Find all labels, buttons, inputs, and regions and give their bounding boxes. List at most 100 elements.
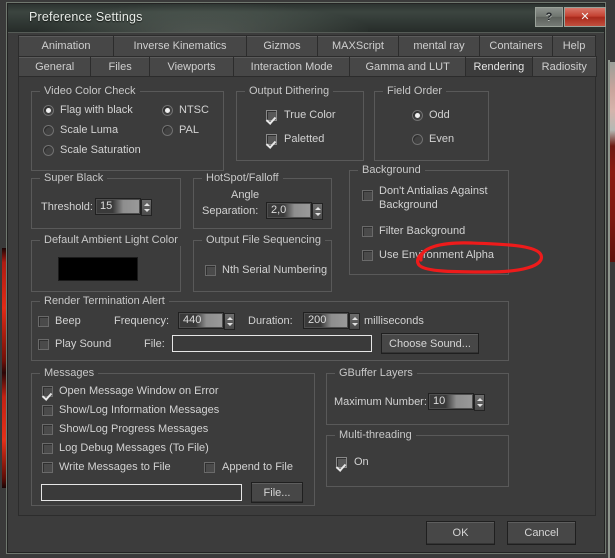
radio-scale-saturation[interactable]	[43, 145, 54, 156]
input-maximum-number[interactable]: 10	[428, 393, 485, 411]
label-write-messages-to-file: Write Messages to File	[59, 461, 171, 473]
checkbox-show-log-progress-messages[interactable]	[42, 424, 53, 435]
color-swatch-ambient-light[interactable]	[58, 257, 138, 281]
group-default-ambient-light-color: Default Ambient Light Color	[31, 234, 182, 292]
cancel-button[interactable]: Cancel	[507, 521, 576, 545]
close-icon[interactable]: ✕	[564, 7, 606, 27]
radio-odd[interactable]	[412, 110, 423, 121]
label-play-sound: Play Sound	[55, 338, 112, 350]
tab-strip: Animation Inverse Kinematics Gizmos MAXScri…	[18, 35, 597, 77]
tab-radiosity[interactable]: Radiosity	[531, 56, 597, 77]
label-append-to-file: Append to File	[222, 461, 293, 473]
tab-row-top: Animation Inverse Kinematics Gizmos MAXScri…	[18, 35, 596, 56]
value-frequency: 440	[183, 314, 202, 326]
tab-general[interactable]: General	[18, 56, 92, 77]
value-maximum-number: 10	[433, 395, 446, 407]
tab-inverse-kinematics[interactable]: Inverse Kinematics	[113, 35, 247, 56]
input-angle-separation[interactable]: 2,0	[266, 202, 323, 220]
tab-maxscript[interactable]: MAXScript	[317, 35, 399, 56]
label-angle: Angle	[231, 189, 260, 201]
checkbox-write-messages-to-file[interactable]	[42, 462, 53, 473]
group-super-black: Super Black Threshold: 15	[31, 172, 181, 229]
label-ntsc: NTSC	[179, 104, 209, 116]
label-show-log-progress-messages: Show/Log Progress Messages	[59, 423, 209, 435]
spinner-super-black-threshold[interactable]	[141, 199, 152, 216]
label-threshold: Threshold:	[41, 201, 93, 213]
spinner-angle-separation[interactable]	[312, 203, 323, 220]
group-title-hotspot-falloff: HotSpot/Falloff	[202, 172, 283, 184]
label-scale-luma: Scale Luma	[60, 124, 119, 136]
value-duration: 200	[308, 314, 327, 326]
checkbox-play-sound[interactable]	[38, 339, 49, 350]
label-milliseconds: milliseconds	[364, 315, 424, 327]
spinner-frequency[interactable]	[224, 313, 235, 330]
group-gbuffer-layers: GBuffer Layers Maximum Number: 10	[326, 367, 509, 425]
group-video-color-check: Video Color Check Flag with black Scale …	[31, 85, 224, 171]
radio-pal[interactable]	[162, 125, 173, 136]
input-sound-file-path[interactable]	[172, 335, 372, 352]
title-bar[interactable]: Preference Settings ? ✕	[8, 4, 606, 33]
spinner-maximum-number[interactable]	[474, 394, 485, 411]
group-hotspot-falloff: HotSpot/Falloff Angle Separation: 2,0	[193, 172, 332, 229]
tab-mental-ray[interactable]: mental ray	[398, 35, 480, 56]
checkbox-open-message-window-on-error[interactable]	[42, 386, 53, 397]
label-beep: Beep	[55, 315, 81, 327]
ok-button[interactable]: OK	[426, 521, 495, 545]
file-browse-button[interactable]: File...	[251, 482, 303, 503]
input-frequency[interactable]: 440	[178, 312, 235, 330]
tab-files[interactable]: Files	[90, 56, 150, 77]
checkbox-filter-background[interactable]	[362, 226, 373, 237]
checkbox-dont-antialias-against-background[interactable]	[362, 190, 373, 201]
preference-settings-dialog: Preference Settings ? ✕ Animation Inverse…	[6, 2, 606, 554]
group-title-output-file-sequencing: Output File Sequencing	[202, 234, 325, 246]
radio-ntsc[interactable]	[162, 105, 173, 116]
tab-gizmos[interactable]: Gizmos	[246, 35, 318, 56]
radio-even[interactable]	[412, 134, 423, 145]
checkbox-paletted[interactable]	[266, 134, 277, 145]
label-nth-serial-numbering: Nth Serial Numbering	[222, 264, 328, 276]
tab-help[interactable]: Help	[552, 35, 596, 56]
checkbox-show-log-information-messages[interactable]	[42, 405, 53, 416]
input-duration[interactable]: 200	[303, 312, 360, 330]
label-pal: PAL	[179, 124, 199, 136]
checkbox-beep[interactable]	[38, 316, 49, 327]
group-output-dithering: Output Dithering True Color Paletted	[236, 85, 364, 161]
tab-rendering[interactable]: Rendering	[465, 56, 533, 77]
checkbox-multi-threading-on[interactable]	[336, 457, 347, 468]
checkbox-true-color[interactable]	[266, 110, 277, 121]
label-show-log-information-messages: Show/Log Information Messages	[59, 404, 220, 416]
checkbox-use-environment-alpha[interactable]	[362, 250, 373, 261]
group-multi-threading: Multi-threading On	[326, 429, 509, 487]
group-title-field-order: Field Order	[383, 85, 447, 97]
checkbox-append-to-file[interactable]	[204, 462, 215, 473]
label-even: Even	[429, 133, 455, 145]
label-use-environment-alpha: Use Environment Alpha	[379, 249, 494, 261]
checkbox-nth-serial-numbering[interactable]	[205, 265, 216, 276]
group-title-background: Background	[358, 164, 425, 176]
group-title-render-termination-alert: Render Termination Alert	[40, 295, 169, 307]
label-paletted: Paletted	[284, 133, 325, 145]
label-duration: Duration:	[248, 315, 293, 327]
input-log-file-path[interactable]	[41, 484, 242, 501]
group-output-file-sequencing: Output File Sequencing Nth Serial Number…	[193, 234, 332, 292]
tab-animation[interactable]: Animation	[18, 35, 114, 56]
tab-row-bottom: General Files Viewports Interaction Mode Gam…	[18, 56, 597, 77]
label-separation: Separation:	[202, 205, 259, 217]
tab-containers[interactable]: Containers	[479, 35, 553, 56]
radio-scale-luma[interactable]	[43, 125, 54, 136]
radio-flag-with-black[interactable]	[43, 105, 54, 116]
help-icon[interactable]: ?	[535, 7, 563, 27]
choose-sound-button[interactable]: Choose Sound...	[381, 333, 479, 354]
label-multi-threading-on: On	[354, 456, 369, 468]
page-title: Preference Settings	[29, 10, 143, 24]
label-filter-background: Filter Background	[379, 225, 466, 237]
group-field-order: Field Order Odd Even	[374, 85, 489, 161]
tab-interaction-mode[interactable]: Interaction Mode	[233, 56, 351, 77]
group-title-gbuffer-layers: GBuffer Layers	[335, 367, 417, 379]
tab-gamma-and-lut[interactable]: Gamma and LUT	[349, 56, 467, 77]
group-title-default-ambient-light-color: Default Ambient Light Color	[40, 234, 182, 246]
checkbox-log-debug-messages-to-file[interactable]	[42, 443, 53, 454]
tab-viewports[interactable]: Viewports	[148, 56, 235, 77]
spinner-duration[interactable]	[349, 313, 360, 330]
input-super-black-threshold[interactable]: 15	[95, 198, 152, 216]
